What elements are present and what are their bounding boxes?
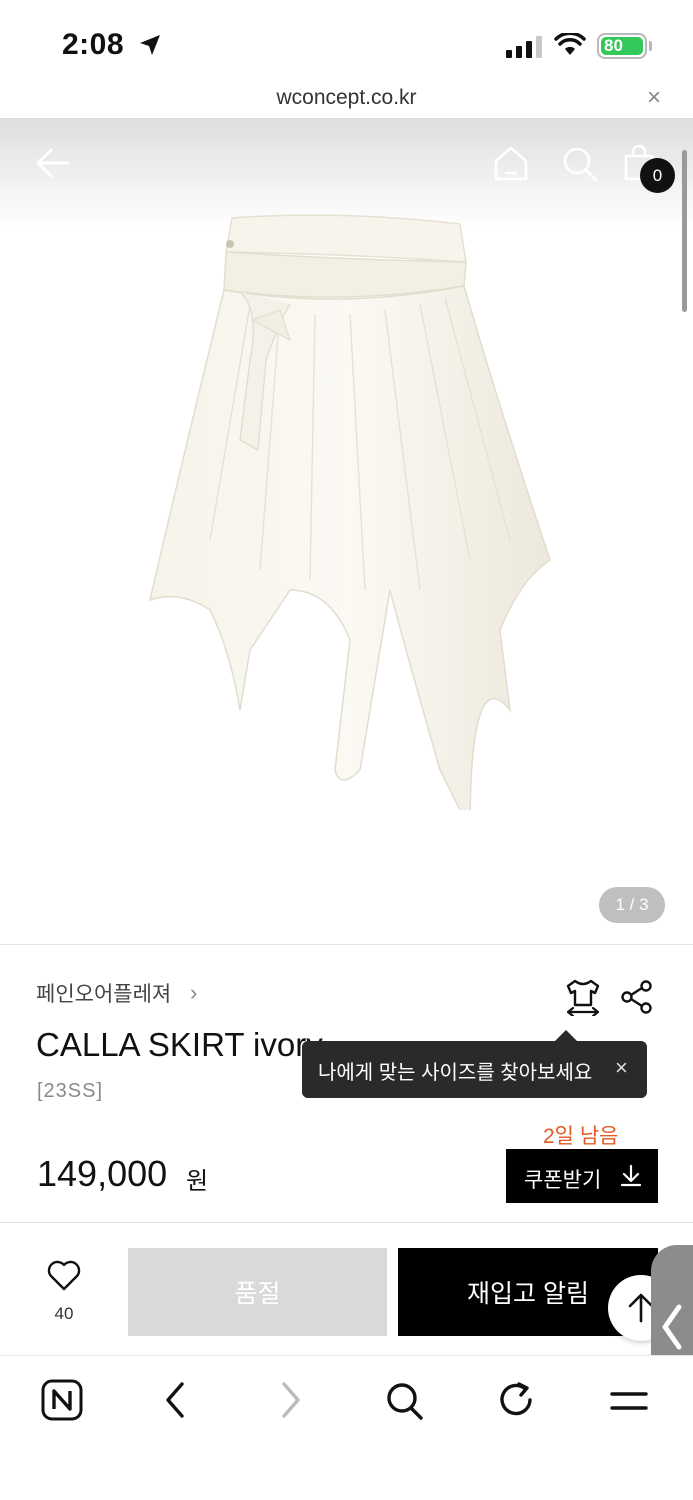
signal-icon xyxy=(506,36,542,58)
product-title: CALLA SKIRT ivory xyxy=(36,1026,323,1063)
scrollbar[interactable] xyxy=(682,150,687,312)
size-tooltip[interactable]: 나에게 맞는 사이즈를 찾아보세요 × xyxy=(302,1030,647,1098)
chevron-right-icon[interactable] xyxy=(276,1378,306,1422)
naver-icon[interactable] xyxy=(40,1378,84,1422)
brand-link[interactable]: 페인오어플레져 xyxy=(36,978,171,1008)
home-icon[interactable] xyxy=(492,144,530,182)
browser-toolbar xyxy=(0,1355,693,1500)
wifi-icon xyxy=(554,33,586,55)
tooltip-text[interactable]: 나에게 맞는 사이즈를 찾아보세요 xyxy=(318,1056,592,1085)
cart-count-badge[interactable]: 0 xyxy=(640,158,675,193)
battery-icon: 80 xyxy=(597,33,647,59)
divider xyxy=(0,944,693,945)
download-icon xyxy=(620,1164,642,1187)
chevron-left-icon[interactable] xyxy=(160,1378,190,1422)
tooltip-arrow xyxy=(555,1030,577,1041)
product-image xyxy=(148,214,551,810)
product-price: 149,000 xyxy=(37,1153,168,1194)
size-guide-icon[interactable] xyxy=(565,978,601,1016)
heart-icon[interactable] xyxy=(47,1260,81,1292)
price-unit: 원 xyxy=(186,1168,209,1195)
close-icon[interactable]: × xyxy=(615,1055,628,1081)
product-season: [23SS] xyxy=(37,1080,104,1102)
status-bar: 2:08 80 xyxy=(0,0,693,84)
location-arrow-icon xyxy=(140,35,160,55)
coupon-label: 쿠폰받기 xyxy=(524,1169,602,1192)
wishlist-count: 40 xyxy=(54,1304,74,1323)
close-icon[interactable]: × xyxy=(647,84,661,112)
url-bar[interactable]: wconcept.co.kr × xyxy=(0,84,693,118)
status-time: 2:08 xyxy=(62,28,125,61)
search-icon[interactable] xyxy=(562,146,598,182)
battery-cap xyxy=(649,41,652,51)
coupon-button[interactable]: 쿠폰받기 xyxy=(506,1149,658,1203)
product-gallery[interactable]: 0 1 / 3 xyxy=(0,118,693,944)
share-icon[interactable] xyxy=(620,980,654,1014)
back-arrow-icon[interactable] xyxy=(34,144,72,182)
url-text[interactable]: wconcept.co.kr xyxy=(0,86,693,110)
divider xyxy=(0,1222,693,1223)
soldout-button[interactable]: 품절 xyxy=(128,1248,387,1336)
image-counter: 1 / 3 xyxy=(599,887,665,923)
wishlist-button[interactable]: 40 xyxy=(34,1260,94,1323)
menu-icon[interactable] xyxy=(609,1378,649,1422)
search-icon[interactable] xyxy=(384,1378,424,1422)
battery-level: 80 xyxy=(601,37,643,55)
coupon-days-left: 2일 남음 xyxy=(543,1125,619,1148)
chevron-left-icon xyxy=(662,1304,682,1350)
refresh-icon[interactable] xyxy=(497,1378,537,1422)
chevron-right-icon[interactable]: › xyxy=(190,980,197,1006)
